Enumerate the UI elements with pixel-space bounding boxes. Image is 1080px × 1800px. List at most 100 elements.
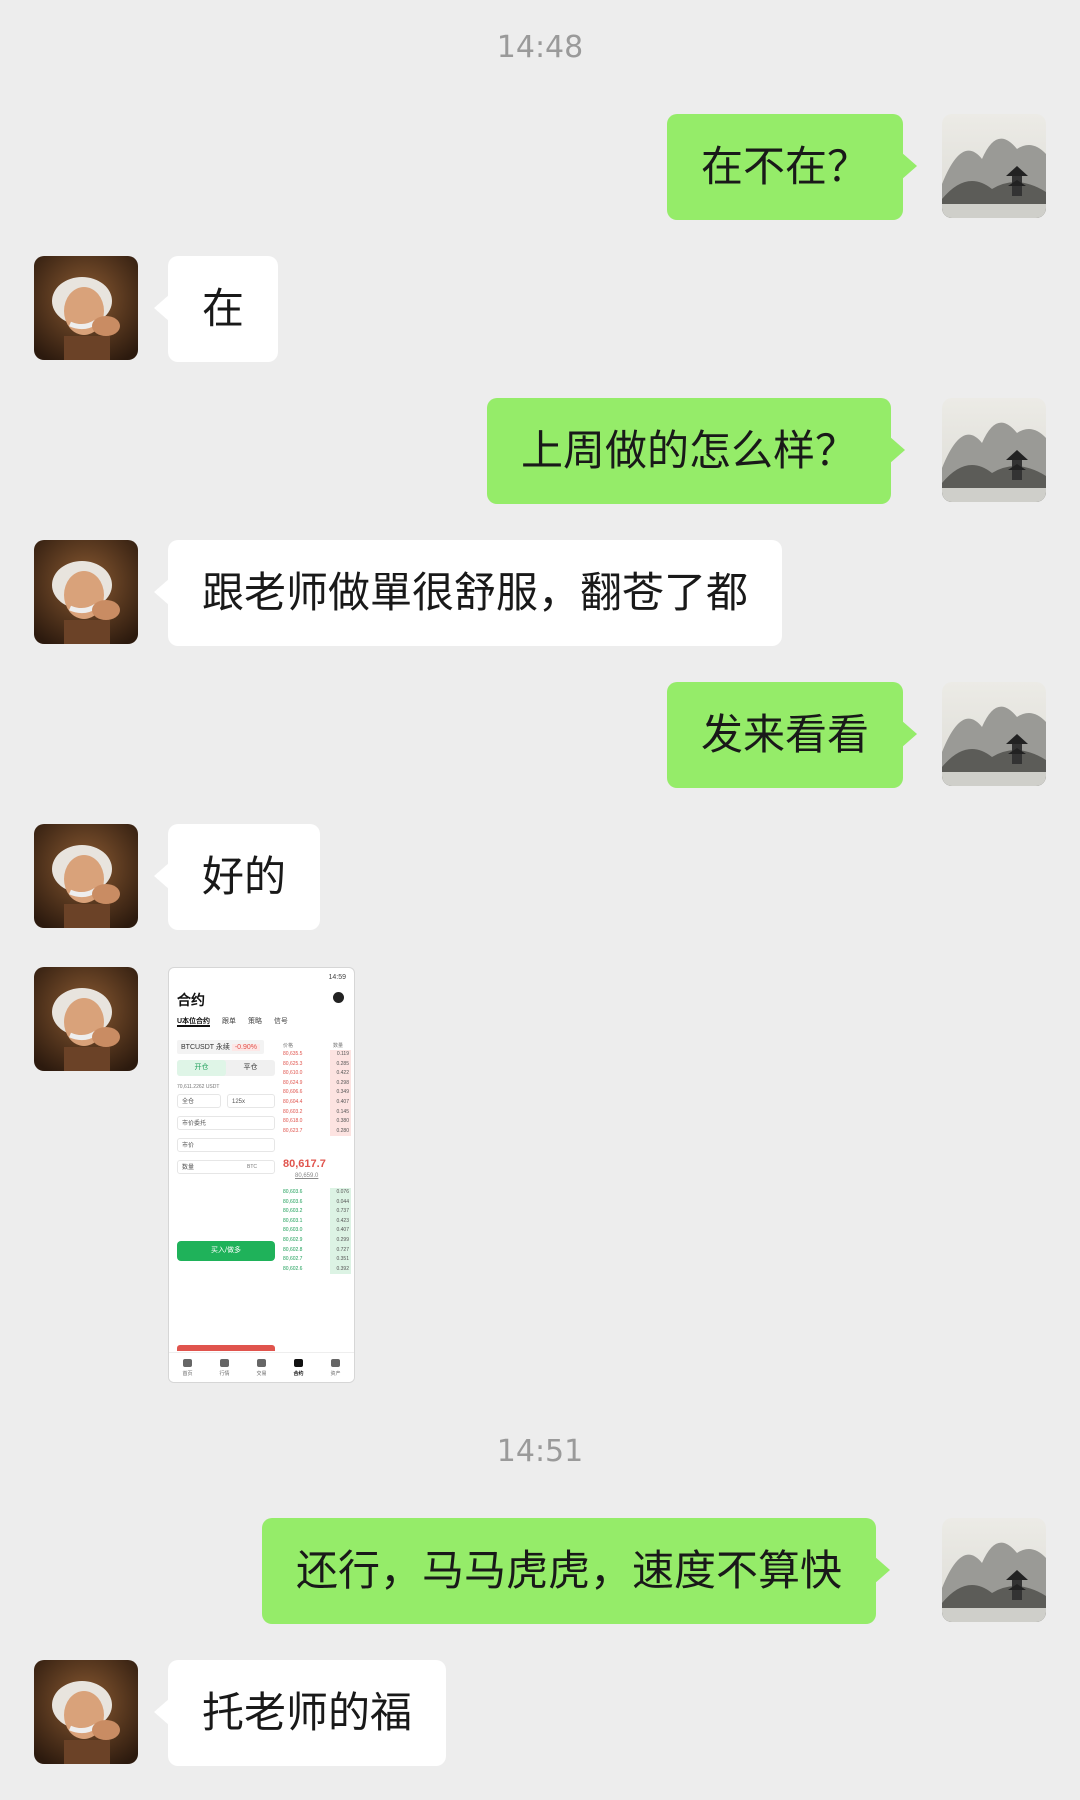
message-bubble[interactable]: 在 [153,256,279,362]
orderbook-price: 80,603.6 [283,1198,303,1205]
ink-landscape-avatar-icon [942,682,1046,786]
orderbook-price: 80,603.2 [283,1208,303,1215]
contact-avatar[interactable] [34,824,138,928]
thumb-sell-bar [177,1345,275,1351]
orderbook-price: 80,602.7 [283,1256,303,1263]
my-avatar[interactable] [942,1518,1046,1622]
orderbook-row: 80,602.8 0.727 [281,1245,351,1256]
thumb-tab: 跟单 [222,1018,237,1025]
orderbook-row: 80,603.2 0.145 [281,1107,351,1118]
thumb-mid-sub: 80,659.0 [295,1173,319,1179]
my-avatar[interactable] [942,398,1046,502]
orderbook-qty: 0.119 [336,1051,349,1057]
thumb-tabs: U本位合约 跟单 策略 信号 [177,1016,298,1027]
orderbook-qty: 0.280 [336,1127,349,1134]
thumb-close: 平仓 [243,1064,258,1071]
thumb-nav-item: 合约 [280,1359,317,1377]
orderbook-qty: 0.349 [336,1089,349,1096]
thumb-book-qty-header: 数量 [333,1043,344,1049]
thumb-asks: 80,635.5 0.119 80,625.3 0.285 80,610.0 0.422 8… [281,1050,351,1137]
einstein-portrait-avatar-icon [34,967,138,1071]
orderbook-price: 80,603.6 [283,1189,303,1195]
message-bubble[interactable]: 在不在？ [667,114,918,220]
orderbook-row: 80,602.9 0.299 [281,1235,351,1246]
orderbook-price: 80,602.9 [283,1236,303,1243]
orderbook-row: 80,606.6 0.349 [281,1088,351,1098]
orderbook-row: 80,625.3 0.285 [281,1059,351,1070]
thumb-amount-unit: BTC [247,1164,257,1170]
orderbook-row: 80,603.1 0.423 [281,1216,351,1227]
orderbook-row: 80,603.6 0.044 [281,1197,351,1208]
orderbook-qty: 0.299 [336,1236,349,1243]
orderbook-price: 80,603.1 [283,1217,303,1224]
thumb-nav-item: 行情 [206,1359,243,1377]
ink-landscape-avatar-icon [942,114,1046,218]
thumb-buy: 买入/做多 [177,1241,275,1261]
thumb-leverage: 125x [227,1094,275,1108]
einstein-portrait-avatar-icon [34,540,138,644]
orderbook-row: 80,603.0 0.407 [281,1226,351,1236]
orderbook-qty: 0.298 [336,1079,349,1086]
message-bubble[interactable]: 上周做的怎么样？ [487,398,906,504]
thumb-amount: 数量 [177,1160,275,1174]
orderbook-price: 80,624.9 [283,1079,303,1086]
orderbook-qty: 0.392 [336,1265,349,1272]
contact-avatar[interactable] [34,1660,138,1764]
orderbook-qty: 0.145 [336,1108,349,1115]
orderbook-price: 80,603.0 [283,1227,303,1234]
thumb-nav-item: 资产 [317,1359,354,1377]
orderbook-qty: 0.351 [336,1256,349,1263]
orderbook-price: 80,604.4 [283,1098,303,1105]
thumb-price: 市价 [177,1138,275,1152]
thumb-tab: 策略 [247,1018,262,1025]
contact-avatar[interactable] [34,540,138,644]
ink-landscape-avatar-icon [942,398,1046,502]
thumb-open: 开仓 [177,1060,226,1076]
orderbook-price: 80,623.7 [283,1127,303,1134]
orderbook-qty: 0.422 [336,1070,349,1077]
orderbook-qty: 0.727 [336,1246,349,1253]
orderbook-row: 80,602.7 0.351 [281,1255,351,1265]
orderbook-row: 80,603.2 0.737 [281,1207,351,1217]
orderbook-qty: 0.737 [336,1208,349,1215]
message-bubble[interactable]: 托老师的福 [153,1660,447,1766]
thumb-pair: BTCUSDT 永续 -0.90% [177,1040,265,1054]
thumb-nav-item: 交易 [243,1359,280,1377]
timestamp: 14:51 [496,1434,584,1469]
orderbook-price: 80,625.3 [283,1060,303,1067]
contact-avatar[interactable] [34,256,138,360]
thumb-tab: 信号 [273,1018,288,1025]
thumb-mid-price: 80,617.7 [283,1158,326,1170]
orderbook-qty: 0.423 [336,1217,349,1224]
orderbook-qty: 0.076 [336,1189,349,1195]
message-bubble[interactable]: 跟老师做單很舒服，翻苍了都 [153,540,783,646]
orderbook-row: 80,623.7 0.280 [281,1126,351,1137]
my-avatar[interactable] [942,682,1046,786]
message-bubble[interactable]: 好的 [153,824,321,930]
orderbook-row: 80,604.4 0.407 [281,1097,351,1108]
contact-avatar[interactable] [34,967,138,1071]
orderbook-price: 80,603.2 [283,1108,303,1115]
thumb-nav: 首页 行情 交易 合约 资产 [169,1352,354,1382]
orderbook-qty: 0.380 [336,1118,349,1125]
orderbook-qty: 0.407 [336,1098,349,1105]
orderbook-qty: 0.044 [336,1198,349,1205]
image-message-thumbnail[interactable]: 14:59 合约 U本位合约 跟单 策略 信号 BTCUSDT 永续 -0.90… [168,967,355,1383]
message-bubble[interactable]: 发来看看 [667,682,918,788]
orderbook-qty: 0.285 [336,1060,349,1067]
orderbook-price: 80,602.6 [283,1265,303,1272]
message-bubble[interactable]: 还行，马马虎虎，速度不算快 [262,1518,891,1624]
thumb-order-type: 市价委托 [177,1116,275,1130]
thumb-available: 70,611.2262 USDT [177,1084,220,1090]
my-avatar[interactable] [942,114,1046,218]
orderbook-qty: 0.407 [336,1227,349,1234]
einstein-portrait-avatar-icon [34,1660,138,1764]
thumb-title: 合约 [177,992,205,1008]
orderbook-row: 80,602.6 0.392 [281,1264,351,1275]
orderbook-row: 80,610.0 0.422 [281,1069,351,1079]
thumb-status-time: 14:59 [328,974,346,981]
thumb-change: -0.90% [231,1044,261,1051]
orderbook-price: 80,602.8 [283,1246,303,1253]
orderbook-row: 80,635.5 0.119 [281,1050,351,1060]
ink-landscape-avatar-icon [942,1518,1046,1622]
